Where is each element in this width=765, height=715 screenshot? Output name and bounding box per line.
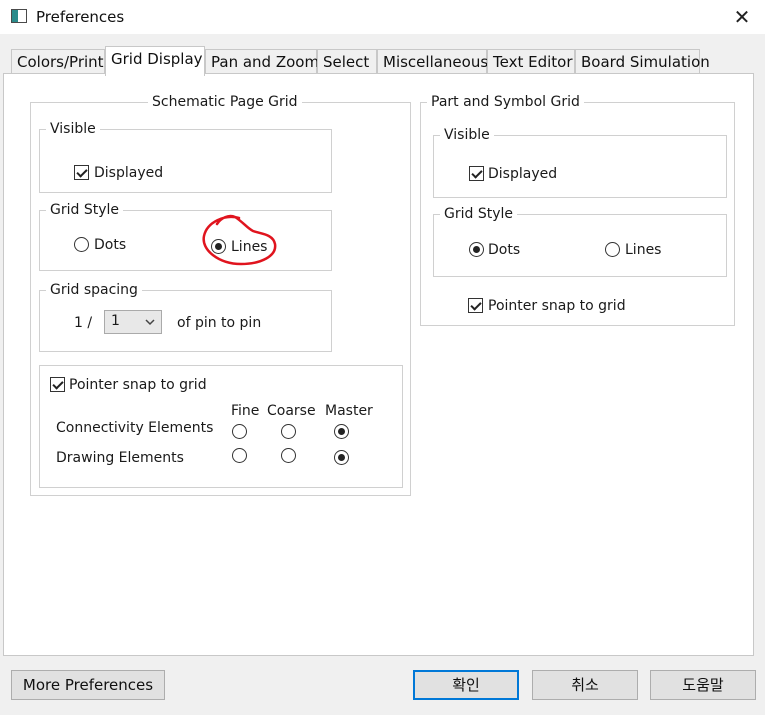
ok-button[interactable]: 확인 xyxy=(413,670,519,700)
schematic-grid-style-group: Grid Style Dots Lines xyxy=(39,201,332,271)
part-dots-radio[interactable] xyxy=(469,242,484,257)
part-visible-title: Visible xyxy=(440,126,494,144)
close-icon[interactable]: ✕ xyxy=(719,0,765,34)
window-title: Preferences xyxy=(36,8,125,26)
tab-bar: Colors/Print Grid Display Pan and Zoom S… xyxy=(0,46,765,76)
drawing-coarse-radio[interactable] xyxy=(281,448,296,463)
part-grid-style-group: Grid Style Dots Lines xyxy=(433,205,727,277)
snap-column-fine: Fine xyxy=(231,403,260,419)
snap-column-coarse: Coarse xyxy=(267,403,316,419)
part-pointer-snap-label: Pointer snap to grid xyxy=(488,298,626,314)
connectivity-master-radio[interactable] xyxy=(334,424,349,439)
snap-column-master: Master xyxy=(325,403,373,419)
more-preferences-button[interactable]: More Preferences xyxy=(11,670,165,700)
chevron-down-icon xyxy=(145,319,155,326)
part-symbol-grid-title: Part and Symbol Grid xyxy=(427,93,584,111)
part-dots-label: Dots xyxy=(488,242,521,258)
connectivity-elements-label: Connectivity Elements xyxy=(56,420,214,436)
part-displayed-label: Displayed xyxy=(488,166,558,182)
schematic-dots-radio[interactable] xyxy=(74,237,89,252)
tab-colors-print[interactable]: Colors/Print xyxy=(11,49,105,75)
part-lines-radio[interactable] xyxy=(605,242,620,257)
schematic-displayed-checkbox[interactable] xyxy=(74,165,89,180)
part-grid-style-title: Grid Style xyxy=(440,205,517,223)
tab-grid-display[interactable]: Grid Display xyxy=(105,46,205,76)
schematic-grid-style-title: Grid Style xyxy=(46,201,123,219)
schematic-displayed-label: Displayed xyxy=(94,165,164,181)
tab-select[interactable]: Select xyxy=(317,49,377,75)
schematic-dots-label: Dots xyxy=(94,237,127,253)
drawing-fine-radio[interactable] xyxy=(232,448,247,463)
drawing-elements-label: Drawing Elements xyxy=(56,450,184,466)
part-displayed-checkbox[interactable] xyxy=(469,166,484,181)
part-lines-label: Lines xyxy=(625,242,662,258)
grid-display-panel: Schematic Page Grid Visible Displayed Gr… xyxy=(3,73,754,656)
schematic-visible-title: Visible xyxy=(46,120,100,138)
tab-pan-and-zoom[interactable]: Pan and Zoom xyxy=(205,49,319,75)
schematic-lines-label: Lines xyxy=(231,239,268,255)
grid-spacing-select[interactable]: 1 xyxy=(104,310,162,334)
tab-text-editor[interactable]: Text Editor xyxy=(487,49,575,75)
schematic-grid-spacing-group: Grid spacing 1 / 1 of pin to pin xyxy=(39,281,332,352)
grid-spacing-prefix: 1 / xyxy=(74,315,93,331)
help-button[interactable]: 도움말 xyxy=(650,670,756,700)
schematic-visible-group: Visible Displayed xyxy=(39,120,332,193)
schematic-grid-spacing-title: Grid spacing xyxy=(46,281,142,299)
title-bar: Preferences ✕ xyxy=(0,0,765,34)
schematic-snap-group: Pointer snap to grid Fine Coarse Master … xyxy=(39,365,403,488)
connectivity-coarse-radio[interactable] xyxy=(281,424,296,439)
part-symbol-grid-group: Part and Symbol Grid Visible Displayed G… xyxy=(420,93,735,326)
part-pointer-snap-checkbox[interactable] xyxy=(468,298,483,313)
schematic-lines-radio[interactable] xyxy=(211,239,226,254)
connectivity-fine-radio[interactable] xyxy=(232,424,247,439)
tab-miscellaneous[interactable]: Miscellaneous xyxy=(377,49,488,75)
schematic-pointer-snap-checkbox[interactable] xyxy=(50,377,65,392)
drawing-master-radio[interactable] xyxy=(334,450,349,465)
schematic-page-grid-title: Schematic Page Grid xyxy=(148,93,302,111)
tab-board-simulation[interactable]: Board Simulation xyxy=(575,49,710,75)
cancel-button[interactable]: 취소 xyxy=(532,670,638,700)
app-window-icon xyxy=(11,9,27,23)
grid-spacing-suffix: of pin to pin xyxy=(177,315,262,331)
grid-spacing-value: 1 xyxy=(111,313,120,329)
schematic-page-grid-group: Schematic Page Grid Visible Displayed Gr… xyxy=(30,93,411,496)
part-visible-group: Visible Displayed xyxy=(433,126,727,198)
schematic-pointer-snap-label: Pointer snap to grid xyxy=(69,377,207,393)
